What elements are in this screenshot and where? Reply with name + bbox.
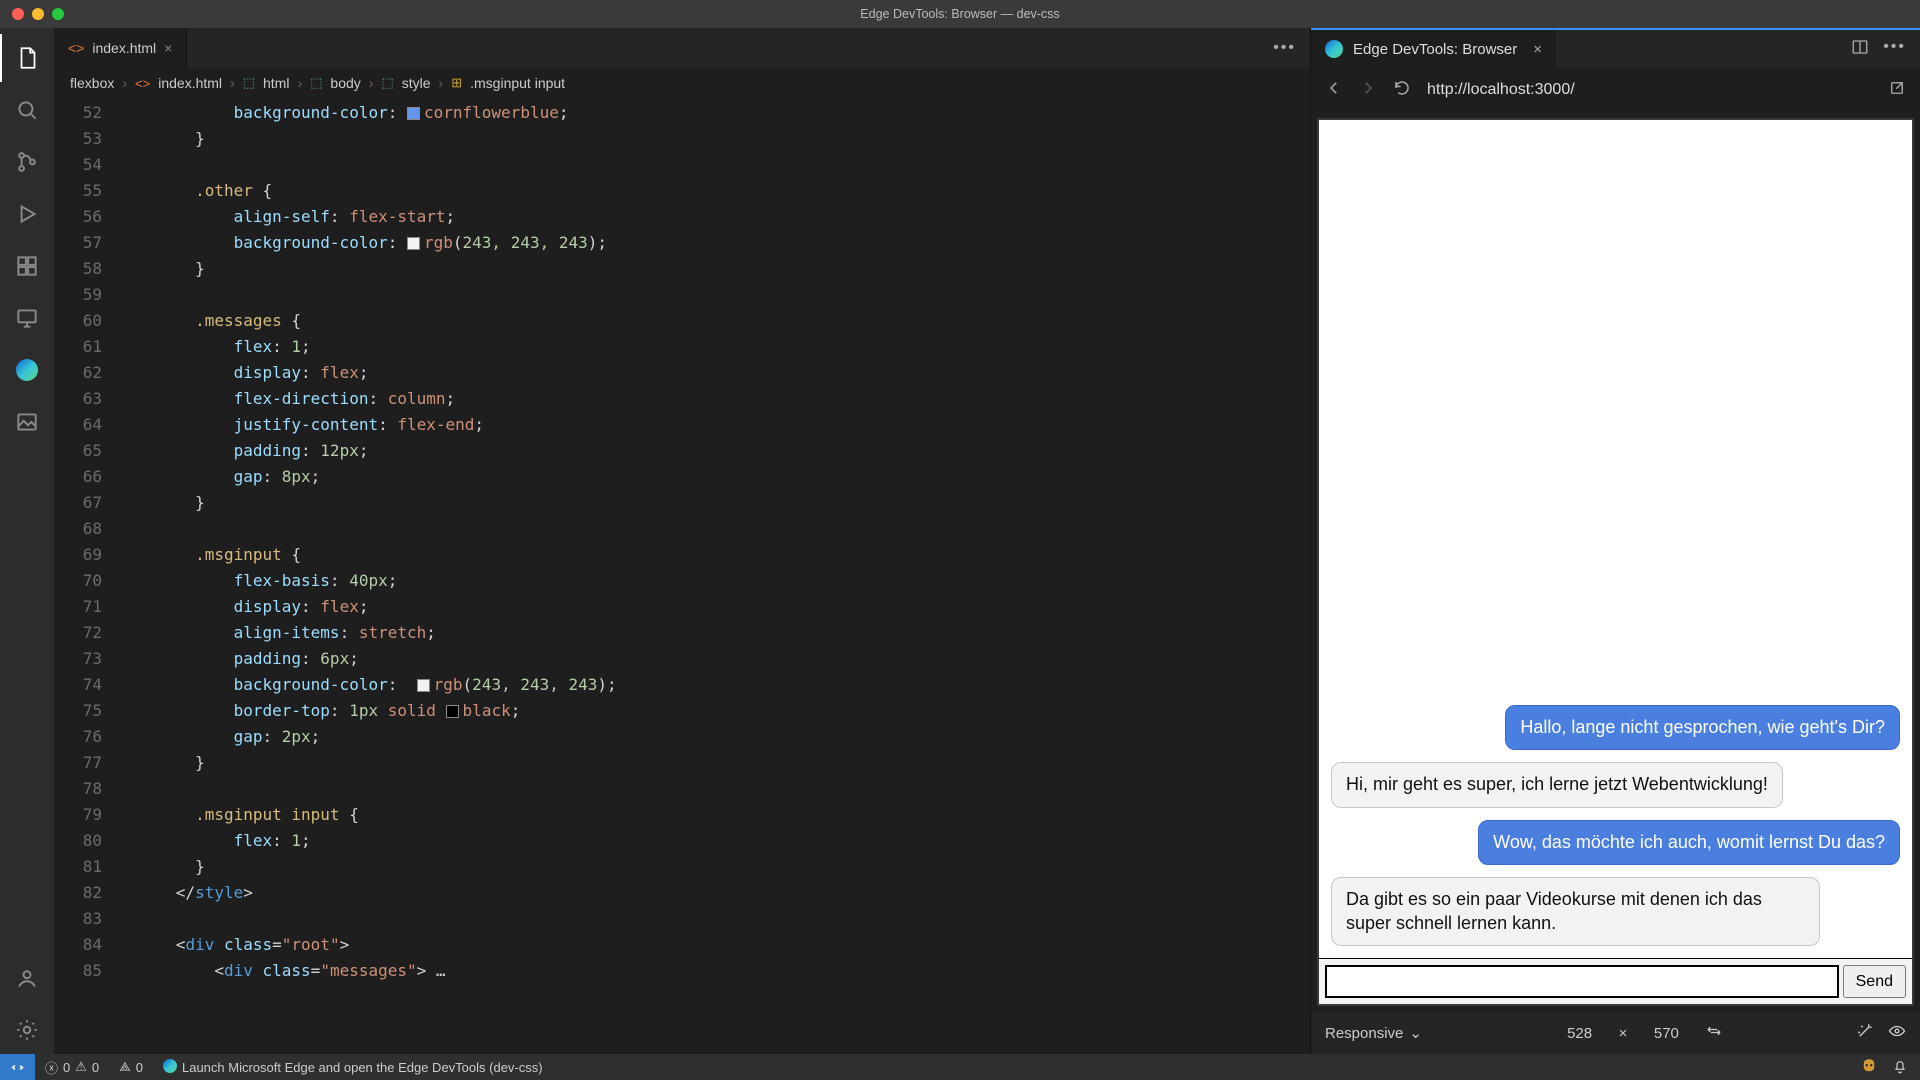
element-icon: ⬚ (243, 75, 255, 91)
warning-icon: ⚠ (75, 1059, 87, 1075)
send-button[interactable]: Send (1843, 965, 1906, 998)
edge-small-icon (163, 1059, 177, 1076)
dimension-separator: × (1619, 1025, 1628, 1042)
html-file-icon: <> (135, 76, 150, 91)
run-debug-icon[interactable] (0, 190, 54, 238)
screencast-wand-icon[interactable] (1856, 1022, 1874, 1044)
edge-tools-icon[interactable] (0, 346, 54, 394)
chat-bubble: Hi, mir geht es super, ich lerne jetzt W… (1331, 762, 1783, 807)
nav-forward-icon[interactable] (1359, 79, 1377, 102)
element-icon: ⬚ (381, 75, 393, 91)
window-zoom-button[interactable] (52, 8, 64, 20)
chevron-down-icon: ⌄ (1409, 1024, 1422, 1042)
inspect-eye-icon[interactable] (1888, 1022, 1906, 1044)
window-title: Edge DevTools: Browser — dev-css (860, 7, 1059, 21)
address-bar[interactable]: http://localhost:3000/ (1427, 81, 1872, 99)
breadcrumb-body: body (330, 75, 360, 91)
chat-text-input[interactable] (1325, 965, 1839, 998)
broadcast-icon: ⟁ (119, 1059, 131, 1075)
notifications-bell-icon[interactable] (1892, 1058, 1908, 1077)
chat-input-bar: Send (1319, 958, 1912, 1004)
nav-reload-icon[interactable] (1393, 79, 1411, 102)
more-actions-icon[interactable]: ••• (1883, 38, 1906, 61)
launch-edge-action[interactable]: Launch Microsoft Edge and open the Edge … (153, 1059, 553, 1076)
breadcrumb-style: style (402, 75, 431, 91)
error-icon: ⓧ (45, 1058, 58, 1077)
account-icon[interactable] (0, 954, 54, 1002)
close-tab-icon[interactable]: × (164, 40, 172, 56)
selector-icon: ⊞ (451, 75, 462, 91)
ports-indicator[interactable]: ⟁0 (109, 1059, 153, 1075)
viewport-width-input[interactable] (1555, 1024, 1605, 1043)
chat-bubble: Da gibt es so ein paar Videokurse mit de… (1331, 877, 1820, 946)
devtools-tab-bar: Edge DevTools: Browser × ••• (1311, 28, 1920, 68)
edge-browser-icon (1325, 40, 1343, 58)
explorer-icon[interactable] (0, 34, 54, 82)
status-bar: ⓧ0 ⚠0 ⟁0 Launch Microsoft Edge and open … (0, 1054, 1920, 1080)
search-icon[interactable] (0, 86, 54, 134)
image-asset-icon[interactable] (0, 398, 54, 446)
split-editor-icon[interactable] (1851, 38, 1869, 61)
browser-viewport: Hallo, lange nicht gesprochen, wie geht'… (1311, 112, 1920, 1012)
html-file-icon: <> (68, 40, 84, 56)
open-external-icon[interactable] (1888, 79, 1906, 102)
element-icon: ⬚ (310, 75, 322, 91)
breadcrumb-html: html (263, 75, 289, 91)
breadcrumb-selector: .msginput input (470, 75, 565, 91)
devtools-tab-title: Edge DevTools: Browser (1353, 41, 1517, 58)
copilot-icon[interactable] (1860, 1057, 1878, 1078)
rendered-page[interactable]: Hallo, lange nicht gesprochen, wie geht'… (1317, 118, 1914, 1006)
extensions-icon[interactable] (0, 242, 54, 290)
breadcrumb-file: index.html (158, 75, 222, 91)
source-control-icon[interactable] (0, 138, 54, 186)
browser-nav-bar: http://localhost:3000/ (1311, 68, 1920, 112)
chat-bubble: Wow, das möchte ich auch, womit lernst D… (1478, 820, 1900, 865)
responsive-mode-dropdown[interactable]: Responsive ⌄ (1325, 1024, 1422, 1042)
remote-indicator[interactable] (0, 1054, 35, 1080)
window-minimize-button[interactable] (32, 8, 44, 20)
more-actions-icon[interactable]: ••• (1273, 39, 1296, 57)
window-titlebar: Edge DevTools: Browser — dev-css (0, 0, 1920, 28)
editor-tab[interactable]: <> index.html × (54, 28, 187, 68)
problems-indicator[interactable]: ⓧ0 ⚠0 (35, 1058, 109, 1077)
devtools-browser-tab[interactable]: Edge DevTools: Browser × (1311, 30, 1556, 68)
close-tab-icon[interactable]: × (1533, 41, 1542, 58)
code-editor[interactable]: 52 background-color: cornflowerblue;53 }… (54, 98, 1310, 1054)
editor-tab-bar: <> index.html × ••• (54, 28, 1310, 68)
device-toolbar: Responsive ⌄ × (1311, 1012, 1920, 1054)
breadcrumb[interactable]: flexbox › <> index.html › ⬚ html › ⬚ bod… (54, 68, 1310, 98)
activity-bar (0, 28, 54, 1054)
breadcrumb-project: flexbox (70, 75, 114, 91)
remote-explorer-icon[interactable] (0, 294, 54, 342)
settings-gear-icon[interactable] (0, 1006, 54, 1054)
rotate-icon[interactable] (1705, 1022, 1723, 1044)
editor-tab-filename: index.html (92, 40, 156, 56)
chat-bubble: Hallo, lange nicht gesprochen, wie geht'… (1505, 705, 1900, 750)
viewport-height-input[interactable] (1641, 1024, 1691, 1043)
nav-back-icon[interactable] (1325, 79, 1343, 102)
chat-messages: Hallo, lange nicht gesprochen, wie geht'… (1319, 120, 1912, 958)
window-close-button[interactable] (12, 8, 24, 20)
